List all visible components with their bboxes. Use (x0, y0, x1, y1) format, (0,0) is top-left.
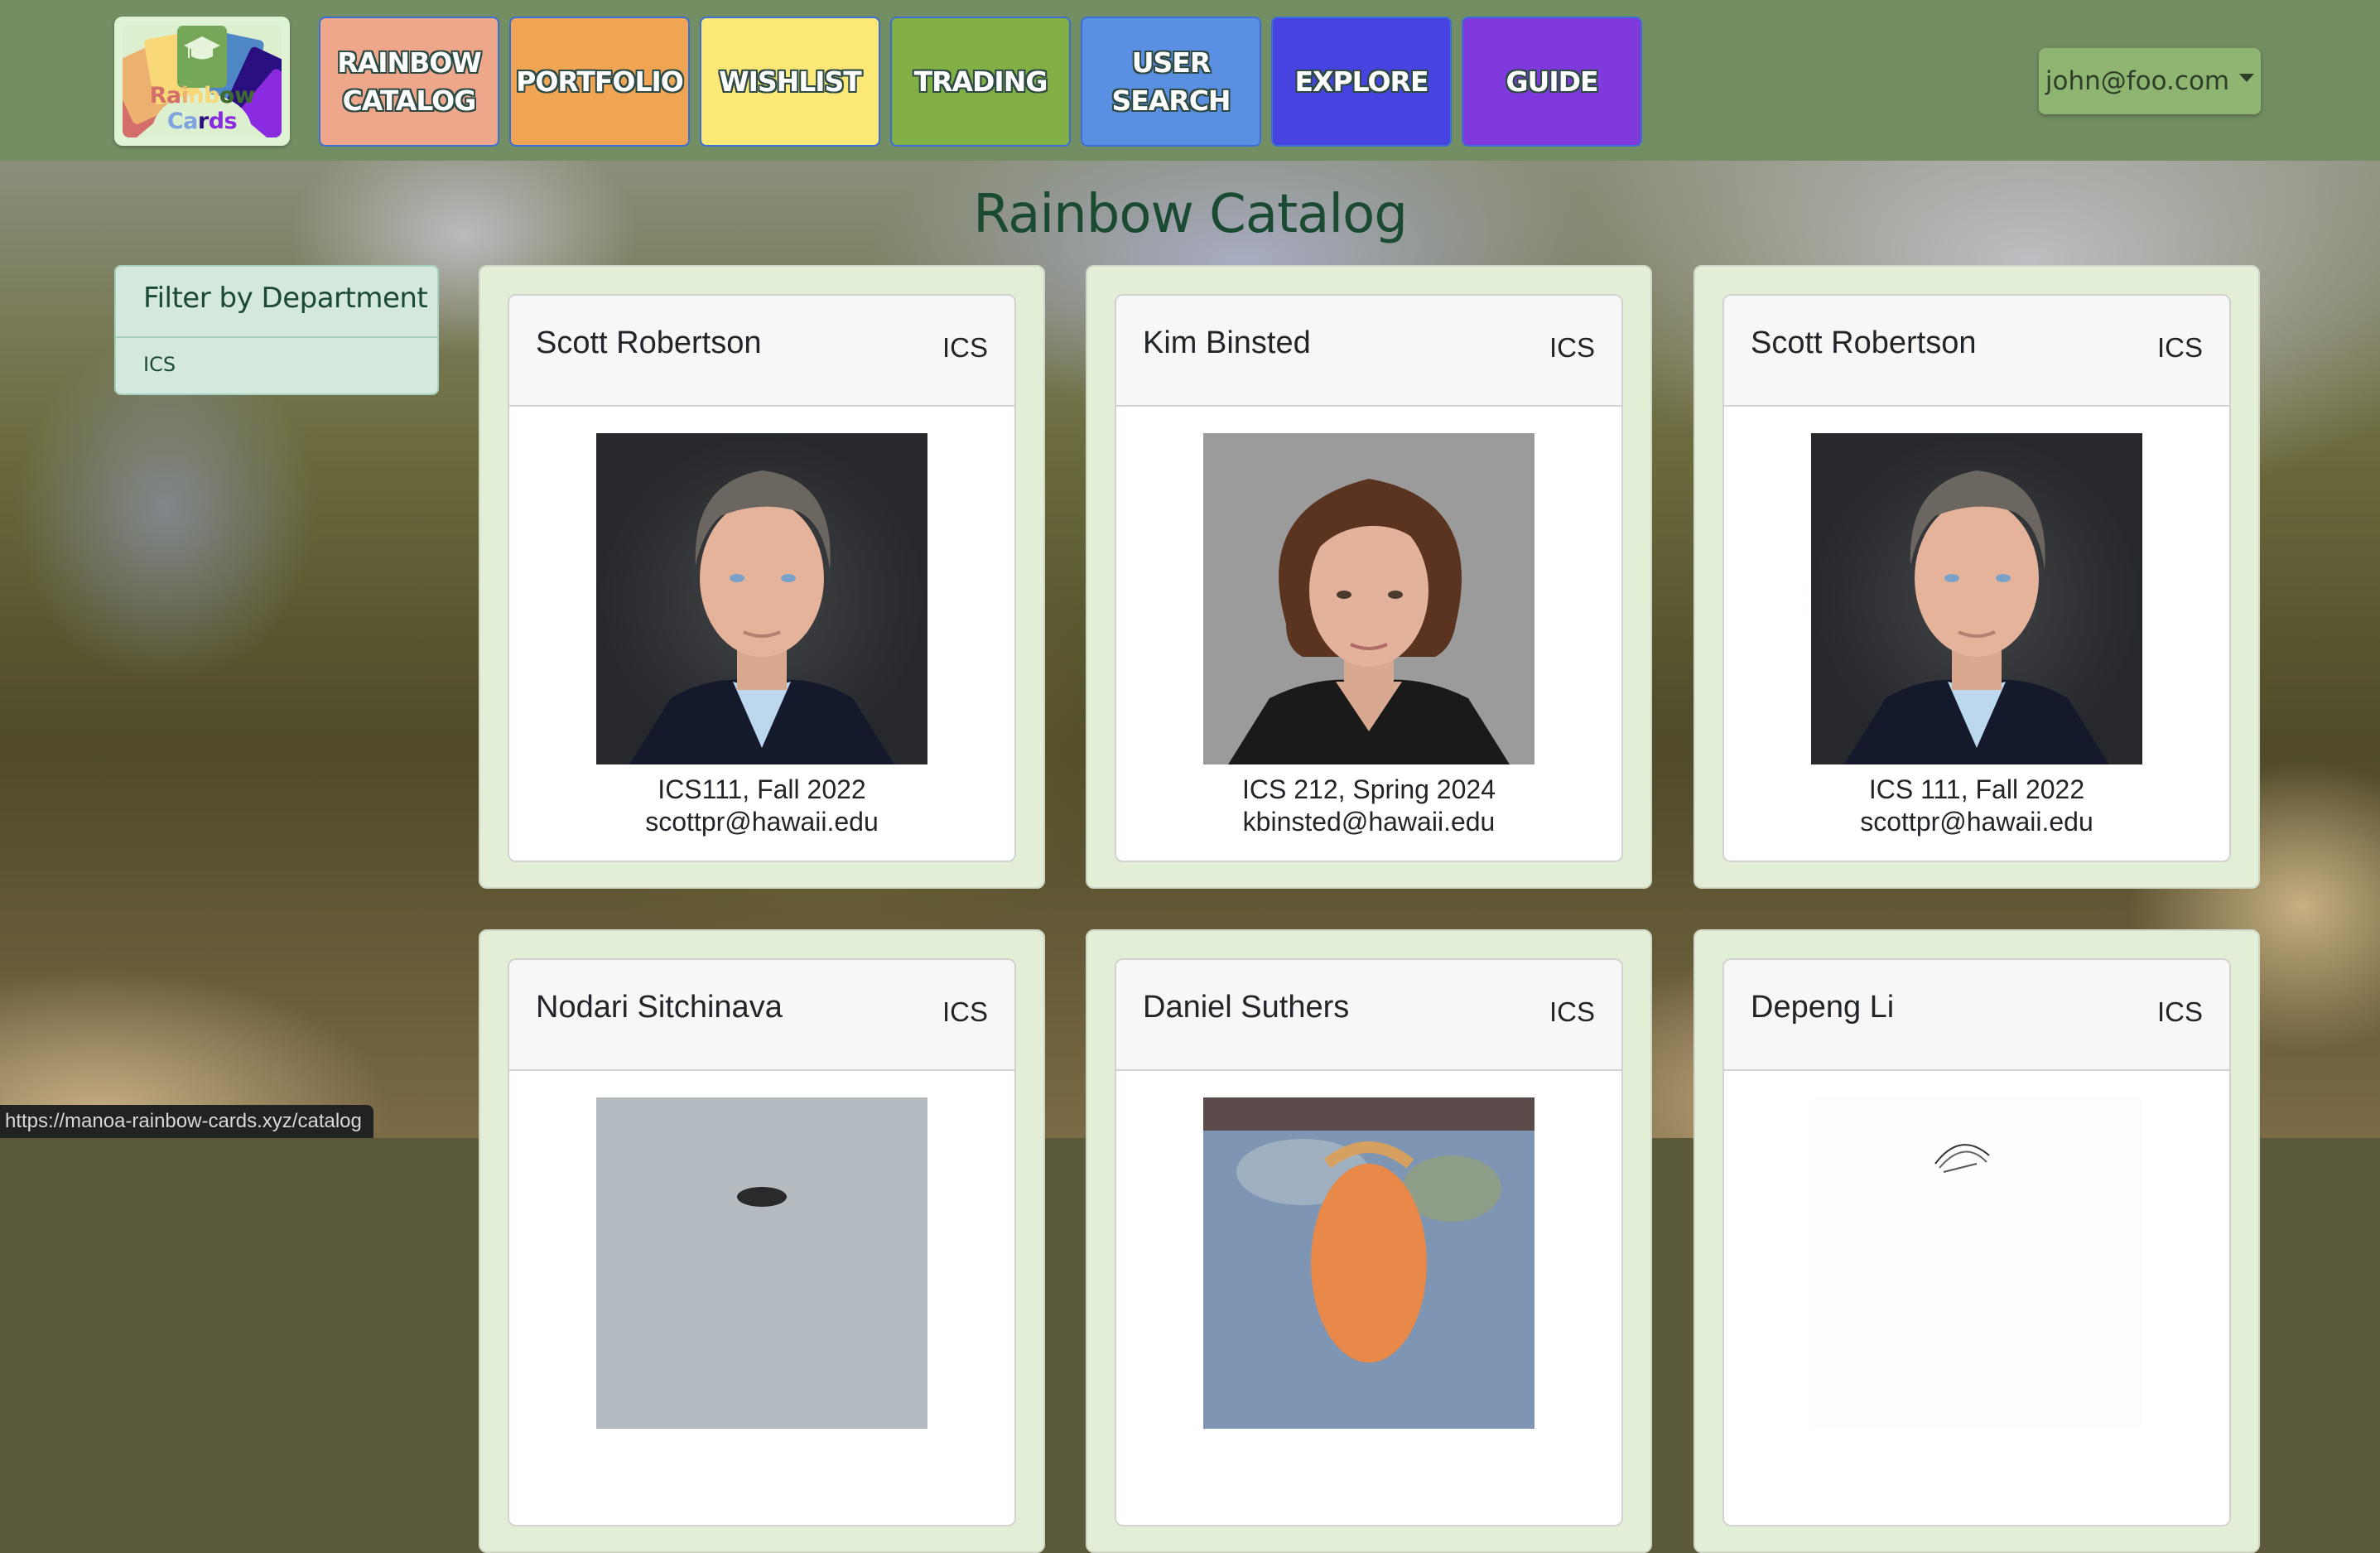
nav-guide[interactable]: GUIDE (1462, 17, 1642, 147)
professor-photo (1811, 1097, 2142, 1429)
professor-email: kbinsted@hawaii.edu (1242, 807, 1496, 837)
professor-name: Scott Robertson (1751, 326, 1977, 360)
professor-name: Scott Robertson (536, 326, 762, 360)
card-body: Depeng Li ICS (1722, 958, 2231, 1526)
filter-title: Filter by Department (116, 267, 437, 338)
card-body: Scott Robertson ICS ICS111, Fall 2022 sc… (508, 294, 1016, 862)
course-info: ICS111, Fall 2022 (658, 774, 866, 804)
link-hover-status-url: https://manoa-rainbow-cards.xyz/catalog (0, 1105, 373, 1138)
card-header: Nodari Sitchinava ICS (509, 960, 1014, 1071)
nav-user-search[interactable]: USER SEARCH (1081, 17, 1261, 147)
logo-wordmark: Rainbow Cards (149, 83, 255, 134)
nav-wishlist[interactable]: WISHLIST (700, 17, 880, 147)
nav-label: EXPLORE (1294, 65, 1428, 98)
professor-card[interactable]: Scott Robertson ICS ICS111, Fall 2022 sc… (479, 265, 1045, 889)
nav-label-line2: CATALOG (342, 84, 477, 117)
user-menu-dropdown[interactable]: john@foo.com (2039, 48, 2261, 114)
department-label: ICS (2156, 996, 2203, 1027)
card-body: Scott Robertson ICS ICS 111, Fall 2022 s… (1722, 294, 2231, 862)
department-label: ICS (942, 996, 988, 1027)
user-email: john@foo.com (2045, 66, 2230, 96)
department-label: ICS (2156, 332, 2203, 363)
card-body: Kim Binsted ICS ICS 212, Spring 2024 kbi… (1115, 294, 1623, 862)
navbar: Rainbow Cards RAINBOW CATALOG PORTFOLIO W… (0, 0, 2380, 161)
nav-explore[interactable]: EXPLORE (1271, 17, 1452, 147)
professor-name: Depeng Li (1751, 990, 1895, 1025)
professor-name: Nodari Sitchinava (536, 990, 783, 1025)
department-label: ICS (1549, 996, 1595, 1027)
nav-rainbow-catalog[interactable]: RAINBOW CATALOG (319, 17, 499, 147)
professor-card[interactable]: Daniel Suthers ICS (1086, 929, 1652, 1553)
professor-name: Kim Binsted (1143, 326, 1311, 360)
department-label: ICS (942, 332, 988, 363)
professor-photo (596, 433, 927, 764)
professor-email: scottpr@hawaii.edu (645, 807, 879, 837)
professor-card[interactable]: Kim Binsted ICS ICS 212, Spring 2024 kbi… (1086, 265, 1652, 889)
logo-art: Rainbow Cards (123, 25, 282, 137)
professor-card[interactable]: Depeng Li ICS (1693, 929, 2260, 1553)
nav-label-line1: USER (1131, 46, 1212, 79)
course-info: ICS 212, Spring 2024 (1242, 774, 1496, 804)
professor-card[interactable]: Scott Robertson ICS ICS 111, Fall 2022 s… (1693, 265, 2260, 889)
nav-label: WISHLIST (719, 65, 862, 98)
course-info: ICS 111, Fall 2022 (1868, 774, 2085, 804)
card-body: Nodari Sitchinava ICS (508, 958, 1016, 1526)
nav-label: GUIDE (1506, 65, 1598, 98)
professor-card[interactable]: Nodari Sitchinava ICS (479, 929, 1045, 1553)
professor-email: scottpr@hawaii.edu (1860, 807, 2093, 837)
card-header: Scott Robertson ICS (509, 296, 1014, 407)
caret-down-icon (2239, 74, 2255, 82)
professor-photo (1203, 433, 1534, 764)
professor-photo (1811, 433, 2142, 764)
department-filter-panel: Filter by Department ICS (114, 265, 439, 395)
card-header: Scott Robertson ICS (1724, 296, 2229, 407)
professor-photo (1203, 1097, 1534, 1429)
nav-portfolio[interactable]: PORTFOLIO (509, 17, 690, 147)
card-header: Kim Binsted ICS (1116, 296, 1621, 407)
card-header: Depeng Li ICS (1724, 960, 2229, 1071)
department-label: ICS (1549, 332, 1595, 363)
nav-label-line2: SEARCH (1111, 84, 1231, 117)
nav-label: TRADING (913, 65, 1048, 98)
rainbow-cards-logo[interactable]: Rainbow Cards (114, 17, 290, 146)
nav-label-line1: RAINBOW (337, 46, 481, 79)
nav-label: PORTFOLIO (516, 65, 684, 98)
card-body: Daniel Suthers ICS (1115, 958, 1623, 1526)
nav-trading[interactable]: TRADING (890, 17, 1071, 147)
professor-photo (596, 1097, 927, 1429)
professor-name: Daniel Suthers (1143, 990, 1350, 1025)
card-header: Daniel Suthers ICS (1116, 960, 1621, 1071)
page-title: Rainbow Catalog (973, 184, 1408, 245)
filter-option-ics[interactable]: ICS (116, 338, 437, 376)
